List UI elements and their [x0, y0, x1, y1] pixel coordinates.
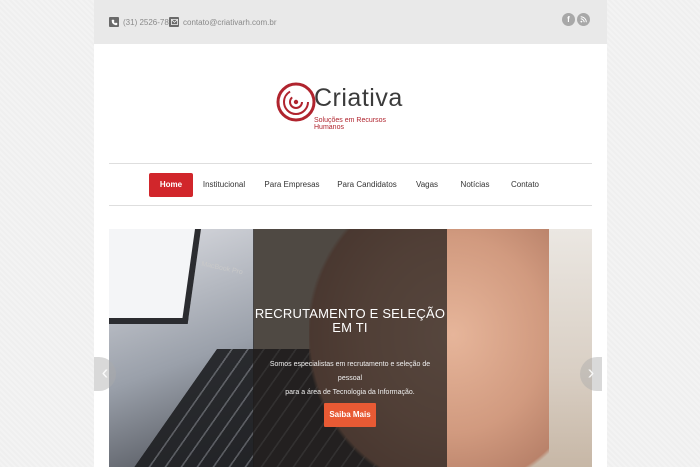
envelope-icon	[169, 17, 179, 27]
top-bar: (31) 2526-7820 contato@criativarh.com.br…	[94, 0, 607, 44]
facebook-icon[interactable]: f	[562, 13, 575, 26]
nav-item-home[interactable]: Home	[149, 173, 193, 197]
rss-icon[interactable]	[577, 13, 590, 26]
logo-mark-icon	[276, 82, 316, 122]
hero-slider: MacBook Pro RECRUTAMENTO E SELEÇÃO EM TI…	[109, 229, 592, 467]
phone-contact: (31) 2526-7820	[109, 14, 178, 30]
email-contact[interactable]: contato@criativarh.com.br	[169, 14, 277, 30]
nav-item-institucional[interactable]: Institucional	[198, 173, 250, 197]
nav-bottom-divider	[109, 205, 592, 206]
nav-item-para-candidatos[interactable]: Para Candidatos	[335, 173, 399, 197]
laptop-screen-image	[109, 229, 201, 324]
slide-caption-overlay	[253, 229, 447, 467]
slide-text-line-1: Somos especialistas em recrutamento e se…	[269, 361, 431, 382]
nav-item-noticias[interactable]: Notícias	[456, 173, 494, 197]
page-container: (31) 2526-7820 contato@criativarh.com.br…	[94, 0, 607, 467]
saiba-mais-button[interactable]: Saiba Mais	[324, 403, 376, 427]
logo-tagline: Soluções em Recursos Humanos	[314, 117, 386, 131]
slide-title-line-1: RECRUTAMENTO E SELEÇÃO	[254, 306, 446, 321]
slide-text-line-2: para a área de Tecnologia da Informação.	[285, 389, 415, 396]
slide-title-line-2: EM TI	[332, 320, 368, 335]
phone-icon	[109, 17, 119, 27]
nav-top-divider	[109, 163, 592, 164]
logo-wordmark: Criativa	[314, 84, 403, 112]
nav-item-para-empresas[interactable]: Para Empresas	[262, 173, 322, 197]
slide-description: Somos especialistas em recrutamento e se…	[259, 358, 441, 400]
nav-item-contato[interactable]: Contato	[508, 173, 542, 197]
email-address[interactable]: contato@criativarh.com.br	[183, 18, 277, 27]
site-logo[interactable]: Criativa Soluções em Recursos Humanos	[276, 72, 416, 132]
nav-item-vagas[interactable]: Vagas	[412, 173, 442, 197]
main-nav: Home Institucional Para Empresas Para Ca…	[94, 173, 607, 197]
slide-title: RECRUTAMENTO E SELEÇÃO EM TI	[253, 307, 447, 335]
